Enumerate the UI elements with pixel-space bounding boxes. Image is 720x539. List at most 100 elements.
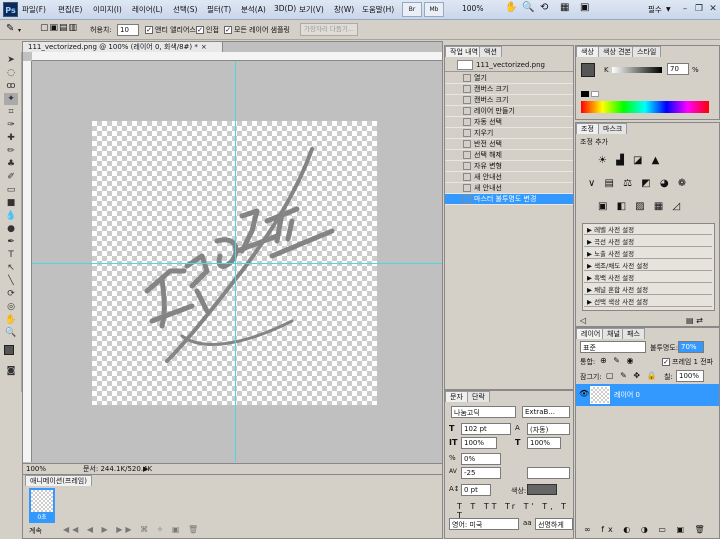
adjustment-icons-row-1[interactable]: ☀ ▟ ◪ ▲ xyxy=(598,155,662,166)
text-antialias-select[interactable]: 선명하게 xyxy=(535,518,573,530)
tab-animation[interactable]: 애니메이션(프레임) xyxy=(25,475,92,486)
healing-tool-icon[interactable]: ✚ xyxy=(4,132,18,144)
magic-wand-tool-icon[interactable]: ✦ xyxy=(4,93,18,105)
rotate-icon[interactable]: ⟲ xyxy=(540,2,548,13)
fill-input[interactable]: 100% xyxy=(676,370,704,382)
3d-rotate-tool-icon[interactable]: ⟳ xyxy=(4,288,18,300)
tab-paths[interactable]: 패스 xyxy=(622,328,645,339)
history-item[interactable]: 반전 선택 xyxy=(445,139,573,150)
lock-icons[interactable]: ▢ ✎ ✥ 🔒 xyxy=(606,371,659,380)
adjustment-preset-item[interactable]: ▶ 색조/채도 사전 설정 xyxy=(584,261,712,271)
selection-mode-icons[interactable]: ▢▣▤▥ xyxy=(40,23,78,33)
tab-styles[interactable]: 스타일 xyxy=(632,46,662,57)
k-slider[interactable] xyxy=(612,67,662,73)
guide-vertical[interactable] xyxy=(235,61,236,462)
history-item[interactable]: 선택 해제 xyxy=(445,150,573,161)
adjustment-preset-item[interactable]: ▶ 채널 혼합 사전 설정 xyxy=(584,285,712,295)
leading-input[interactable]: (자동) xyxy=(527,423,570,435)
opacity-input[interactable]: 70% xyxy=(678,341,704,353)
blend-mode-select[interactable]: 표준 xyxy=(580,341,646,353)
tolerance-input[interactable]: 10 xyxy=(117,24,139,36)
adjustment-icons-row-3[interactable]: ▣ ◧ ▨ ▦ ◿ xyxy=(598,201,683,212)
baseline-percent-input[interactable]: 0% xyxy=(461,453,501,465)
k-value-input[interactable]: 70 xyxy=(667,63,689,75)
black-swatch[interactable] xyxy=(581,91,589,97)
shape-tool-icon[interactable]: ╲ xyxy=(4,275,18,287)
vertical-scale-input[interactable]: 100% xyxy=(461,437,497,449)
chevron-down-icon[interactable]: ▼ xyxy=(666,6,671,13)
brush-tool-icon[interactable]: ✏ xyxy=(4,145,18,157)
playback-controls-icons[interactable]: ◀◀ ◀ ▶ ▶▶ ⌘ ✧ ▣ 🗑 xyxy=(63,525,201,534)
tab-swatches[interactable]: 색상 견본 xyxy=(598,46,636,57)
propagate-checkbox[interactable]: ✓ 프레임 1 전파 xyxy=(662,357,713,367)
marquee-tool-icon[interactable]: ◌ xyxy=(4,67,18,79)
3d-orbit-tool-icon[interactable]: ◎ xyxy=(4,301,18,313)
font-style-select[interactable]: ExtraB... xyxy=(522,406,570,418)
hand-icon[interactable]: ✋ xyxy=(505,2,517,13)
tab-adjustments[interactable]: 조정 xyxy=(576,123,599,134)
menu-help[interactable]: 도움말(H) xyxy=(362,4,394,15)
panel-options-icon[interactable]: ▤ ⇄ xyxy=(686,316,703,325)
history-item[interactable]: 지우기 xyxy=(445,128,573,139)
crop-tool-icon[interactable]: ⌗ xyxy=(4,106,18,118)
zoom-icon[interactable]: 🔍 xyxy=(522,2,534,13)
move-tool-icon[interactable]: ➤ xyxy=(4,54,18,66)
menu-layer[interactable]: 레이어(L) xyxy=(132,4,163,15)
layer-action-icons[interactable]: ∞ fx ◐ ◑ ▭ ▣ 🗑 xyxy=(584,525,709,534)
language-select[interactable]: 영어: 미국 xyxy=(449,518,519,530)
layer-name[interactable]: 레이어 0 xyxy=(614,390,640,400)
layer-row[interactable]: 👁 레이어 0 xyxy=(576,384,719,406)
history-item[interactable]: 새 안내선 xyxy=(445,183,573,194)
document-tab[interactable]: 111_vectorized.png @ 100% (레이어 0, 회색/8#)… xyxy=(23,42,223,52)
arrange-icon[interactable]: ▦ xyxy=(560,2,569,13)
dodge-tool-icon[interactable]: ● xyxy=(4,223,18,235)
tab-character[interactable]: 문자 xyxy=(445,391,468,402)
loop-select[interactable]: 계속 xyxy=(29,526,42,536)
kerning-input[interactable] xyxy=(527,467,570,479)
menu-select[interactable]: 선택(S) xyxy=(173,4,197,15)
close-tab-icon[interactable]: × xyxy=(201,43,207,51)
eraser-tool-icon[interactable]: ▭ xyxy=(4,184,18,196)
animation-frame-1[interactable]: 0초 xyxy=(29,488,55,523)
path-select-tool-icon[interactable]: ↖ xyxy=(4,262,18,274)
mini-bridge-button[interactable]: Mb xyxy=(424,2,444,17)
pen-tool-icon[interactable]: ✒ xyxy=(4,236,18,248)
tab-color[interactable]: 색상 xyxy=(576,46,599,57)
history-item[interactable]: 레이어 만들기 xyxy=(445,106,573,117)
adjustment-preset-item[interactable]: ▶ 흑백 사전 설정 xyxy=(584,273,712,283)
color-spectrum[interactable] xyxy=(581,101,709,113)
menu-view[interactable]: 보기(V) xyxy=(299,4,324,15)
adjustment-icons-row-2[interactable]: ∨ ▤ ⚖ ◩ ◕ ❁ xyxy=(588,178,689,189)
history-item[interactable]: 자유 변형 xyxy=(445,161,573,172)
history-item[interactable]: 캔버스 크기 xyxy=(445,84,573,95)
workspace-switcher[interactable]: 필수 xyxy=(648,4,662,15)
guide-horizontal[interactable] xyxy=(32,263,442,264)
eyedropper-tool-icon[interactable]: ✑ xyxy=(4,119,18,131)
white-swatch[interactable] xyxy=(591,91,599,97)
color-foreground-swatch[interactable] xyxy=(581,63,595,77)
type-tool-icon[interactable]: T xyxy=(4,249,18,261)
tracking-input[interactable]: -25 xyxy=(461,467,501,479)
adjustment-preset-item[interactable]: ▶ 선택 색상 사전 설정 xyxy=(584,297,712,307)
foreground-color-swatch[interactable] xyxy=(4,345,14,355)
menu-3d[interactable]: 3D(D) xyxy=(274,4,296,13)
menu-window[interactable]: 창(W) xyxy=(334,4,354,15)
panel-back-icon[interactable]: ◁ xyxy=(580,316,586,325)
history-brush-tool-icon[interactable]: ✐ xyxy=(4,171,18,183)
history-snapshot[interactable]: 111_vectorized.png xyxy=(445,58,573,72)
contiguous-checkbox[interactable]: ✓ 인접 xyxy=(196,25,219,35)
menu-analysis[interactable]: 분석(A) xyxy=(241,4,266,15)
menu-file[interactable]: 파일(F) xyxy=(22,4,46,15)
adjustment-preset-item[interactable]: ▶ 노출 사전 설정 xyxy=(584,249,712,259)
screen-mode-icon[interactable]: ▣ xyxy=(580,2,589,13)
quick-mask-icon[interactable]: ◙ xyxy=(4,365,18,377)
blur-tool-icon[interactable]: 💧 xyxy=(4,210,18,222)
tab-actions[interactable]: 액션 xyxy=(479,46,502,57)
gradient-tool-icon[interactable]: ■ xyxy=(4,197,18,209)
zoom-level[interactable]: 100% xyxy=(462,4,483,13)
adjustment-preset-item[interactable]: ▶ 레벨 사전 설정 xyxy=(584,225,712,235)
all-layers-checkbox[interactable]: ✓ 모든 레이어 샘플링 xyxy=(224,25,290,35)
refine-edge-button[interactable]: 가장자리 다듬기... xyxy=(300,23,358,36)
bridge-button[interactable]: Br xyxy=(402,2,422,17)
history-item[interactable]: 마스터 불투명도 변경 xyxy=(445,194,573,205)
